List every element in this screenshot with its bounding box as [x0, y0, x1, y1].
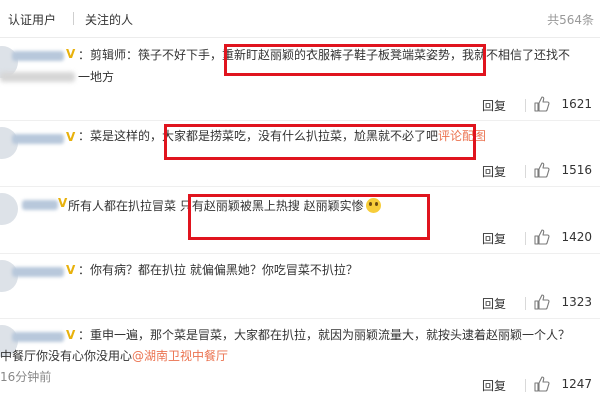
username-blurred[interactable] [12, 267, 64, 277]
like-count: 1323 [561, 295, 592, 309]
reply-button[interactable]: 回复 [482, 230, 506, 247]
mention-link[interactable]: @湖南卫视中餐厅 [132, 349, 228, 363]
like-count: 1420 [561, 230, 592, 244]
comment-filter-bar: 认证用户 关注的人 共564条 [0, 0, 600, 38]
thumbs-up-icon[interactable] [534, 96, 550, 112]
verified-badge-icon: V [66, 263, 76, 277]
verified-badge-icon: V [66, 130, 76, 144]
comment-text-continued: 中餐厅你没有心你没用心@湖南卫视中餐厅 [0, 349, 229, 363]
username-blurred[interactable] [12, 332, 64, 342]
action-divider [525, 297, 526, 310]
comment-total-count: 共564条 [547, 13, 594, 27]
reply-button[interactable]: 回复 [482, 377, 506, 394]
comment-text-continued: 一地方 [78, 70, 115, 84]
comment-item: V ：重申一遍，那个菜是冒菜，大家都在扒拉，就因为丽颖流量大，就按头逮着赵丽颖一… [0, 319, 600, 400]
highlight-box [188, 194, 430, 240]
comment-timestamp: 16分钟前 [0, 370, 52, 384]
reply-button[interactable]: 回复 [482, 97, 506, 114]
avatar[interactable] [0, 193, 18, 225]
username-blurred[interactable] [22, 200, 58, 210]
reply-button[interactable]: 回复 [482, 295, 506, 312]
thumbs-up-icon[interactable] [534, 229, 550, 245]
like-count: 1516 [561, 163, 592, 177]
thumbs-up-icon[interactable] [534, 376, 550, 392]
highlight-box [164, 124, 476, 160]
username-blurred[interactable] [12, 51, 64, 61]
tab-divider [73, 12, 74, 25]
action-divider [525, 165, 526, 178]
reply-button[interactable]: 回复 [482, 163, 506, 180]
thumbs-up-icon[interactable] [534, 294, 550, 310]
verified-badge-icon: V [66, 328, 76, 342]
like-count: 1247 [561, 377, 592, 391]
comment-text: ：重申一遍，那个菜是冒菜，大家都在扒拉，就因为丽颖流量大，就按头逮着赵丽颖一个人… [78, 328, 571, 342]
highlight-box [224, 44, 486, 76]
verified-badge-icon: V [66, 47, 76, 61]
action-divider [525, 379, 526, 392]
tab-following[interactable]: 关注的人 [85, 11, 133, 28]
like-count: 1621 [561, 97, 592, 111]
comment-item: V ：你有病？都在扒拉 就偏偏黑她？你吃冒菜不扒拉？ 回复 1323 [0, 254, 600, 319]
tab-verified-users[interactable]: 认证用户 [8, 11, 56, 28]
thumbs-up-icon[interactable] [534, 162, 550, 178]
username-blurred[interactable] [12, 134, 64, 144]
action-divider [525, 99, 526, 112]
verified-badge-icon: V [58, 196, 68, 210]
comment-text: ：你有病？都在扒拉 就偏偏黑她？你吃冒菜不扒拉？ [78, 263, 358, 277]
action-divider [525, 232, 526, 245]
